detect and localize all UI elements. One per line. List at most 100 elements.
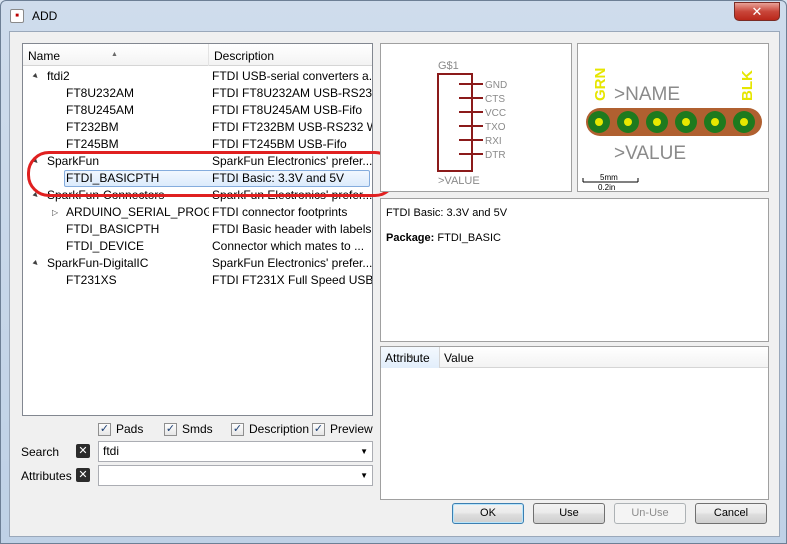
- checkbox-label: Description: [249, 422, 310, 436]
- description-text: FTDI Basic: 3.3V and 5V: [386, 207, 508, 219]
- checkbox-label: Pads: [116, 422, 144, 436]
- sort-ascending-icon: ▲: [408, 353, 415, 360]
- tree-row[interactable]: FT8U245AM FTDI FT8U245AM USB-Fifo: [23, 102, 372, 119]
- package-pad-drill: [595, 118, 603, 126]
- package-value-label: >VALUE: [614, 143, 686, 164]
- tree-row[interactable]: ▷ ARDUINO_SERIAL_PROG... FTDI connector fo…: [23, 204, 372, 221]
- checkbox-checked-icon[interactable]: ✓: [98, 423, 111, 436]
- expanded-arrow-icon[interactable]: ▲: [27, 255, 45, 273]
- tree-row-name: FT8U232AM: [66, 86, 135, 100]
- add-dialog: ■ ADD ✕ Name ▲ Description ▲ ftdi2 FTDI US…: [0, 0, 787, 544]
- tree-row-name: SparkFun-DigitalIC: [47, 256, 149, 270]
- search-input[interactable]: ftdi ▼: [98, 441, 373, 462]
- checkbox-checked-icon[interactable]: ✓: [231, 423, 244, 436]
- tree-row-name: FT232BM: [66, 120, 119, 134]
- tree-row[interactable]: ▲ SparkFun-DigitalIC SparkFun Electronics'…: [23, 255, 372, 272]
- package-pad-drill: [711, 118, 719, 126]
- package-info-value: FTDI_BASIC: [437, 232, 501, 244]
- scale-top-label: 5mm: [600, 173, 618, 182]
- tree-row-name: FT8U245AM: [66, 103, 135, 117]
- library-tree[interactable]: Name ▲ Description ▲ ftdi2 FTDI USB-serial…: [22, 43, 373, 416]
- checkbox-label: Smds: [182, 422, 213, 436]
- package-pad-drill: [624, 118, 632, 126]
- column-header-attribute[interactable]: Attribute ▲: [381, 347, 440, 368]
- tree-header: Name ▲ Description: [23, 44, 372, 66]
- symbol-pin-label: RXI: [485, 136, 502, 147]
- tree-row[interactable]: FT232BM FTDI FT232BM USB-RS232 Wandler: [23, 119, 372, 136]
- package-info-label: Package:: [386, 232, 435, 244]
- title-bar[interactable]: ■ ADD ✕: [1, 1, 786, 31]
- attributes-table[interactable]: Attribute ▲ Value: [380, 346, 769, 500]
- tree-row-name: FTDI_BASICPTH: [66, 171, 160, 185]
- tree-row-description: SparkFun Electronics' prefer...: [212, 256, 372, 270]
- tree-row[interactable]: FTDI_BASICPTH FTDI Basic header with labe…: [23, 221, 372, 238]
- clear-search-icon[interactable]: ✕: [76, 444, 90, 458]
- clear-attributes-icon[interactable]: ✕: [76, 468, 90, 482]
- tree-row-description: FTDI FT231X Full Speed USB...: [212, 273, 372, 287]
- package-right-label: BLK: [739, 70, 756, 101]
- sort-ascending-icon: ▲: [111, 51, 118, 58]
- package-pad-drill: [682, 118, 690, 126]
- tree-row[interactable]: FT231XS FTDI FT231X Full Speed USB...: [23, 272, 372, 289]
- attributes-header: Attribute ▲ Value: [381, 347, 768, 368]
- checkbox-checked-icon[interactable]: ✓: [164, 423, 177, 436]
- tree-row-name: FT231XS: [66, 273, 117, 287]
- expanded-arrow-icon[interactable]: ▲: [27, 68, 45, 86]
- search-input-value: ftdi: [103, 444, 120, 458]
- close-button[interactable]: ✕: [734, 2, 780, 21]
- package-preview: GRN BLK >NAME >VALUE 5mm 0.2in: [577, 43, 769, 192]
- tree-row-name: FTDI_BASICPTH: [66, 222, 160, 236]
- tree-row-description: FTDI Basic header with labels: [212, 222, 372, 236]
- checkbox-checked-icon[interactable]: ✓: [312, 423, 325, 436]
- unuse-button[interactable]: Un-Use: [614, 503, 686, 524]
- dialog-client-area: Name ▲ Description ▲ ftdi2 FTDI USB-serial…: [9, 31, 780, 537]
- package-drawing: GRN BLK >NAME >VALUE 5mm 0.2in: [582, 68, 762, 192]
- tree-row[interactable]: FTDI_DEVICE Connector which mates to ...: [23, 238, 372, 255]
- symbol-drawing: G$1 GND CTS VCC TXO RXI DTR >VALUE: [437, 60, 507, 187]
- symbol-value-label: >VALUE: [438, 175, 480, 187]
- tree-row-name: FTDI_DEVICE: [66, 239, 145, 253]
- tree-row-description: FTDI USB-serial converters a...: [212, 69, 372, 83]
- cancel-button[interactable]: Cancel: [695, 503, 767, 524]
- use-button[interactable]: Use: [533, 503, 605, 524]
- description-pane: FTDI Basic: 3.3V and 5V Package: FTDI_BA…: [380, 198, 769, 342]
- symbol-body: [437, 73, 473, 172]
- scale-bottom-label: 0.2in: [598, 183, 615, 191]
- package-name-label: >NAME: [614, 84, 680, 105]
- symbol-name-label: G$1: [438, 60, 459, 72]
- collapsed-arrow-icon[interactable]: ▷: [52, 204, 58, 221]
- tree-row-description: FTDI Basic: 3.3V and 5V: [212, 171, 345, 185]
- tree-row-description: FTDI FT232BM USB-RS232 Wandler: [212, 120, 372, 134]
- tree-row-name: ARDUINO_SERIAL_PROG...: [66, 205, 209, 219]
- checkbox-label: Preview: [330, 422, 373, 436]
- eagle-app-icon: ■: [10, 9, 24, 23]
- column-header-description[interactable]: Description: [209, 44, 372, 66]
- tree-row-description: FTDI connector footprints: [212, 205, 348, 219]
- ok-button[interactable]: OK: [452, 503, 524, 524]
- search-label: Search: [21, 445, 60, 459]
- tree-row[interactable]: ▲ ftdi2 FTDI USB-serial converters a...: [23, 68, 372, 85]
- tree-row-description: FTDI FT8U232AM USB-RS232 Wa...: [212, 86, 372, 100]
- tree-row[interactable]: FT8U232AM FTDI FT8U232AM USB-RS232 Wa...: [23, 85, 372, 102]
- tree-row[interactable]: FTDI_BASICPTH FTDI Basic: 3.3V and 5V: [23, 170, 372, 187]
- tree-row-description: Connector which mates to ...: [212, 239, 365, 253]
- symbol-preview: G$1 GND CTS VCC TXO RXI DTR >VALUE: [380, 43, 572, 192]
- symbol-pin-label: DTR: [485, 150, 506, 161]
- column-header-value[interactable]: Value: [440, 347, 474, 368]
- symbol-pin-label: TXO: [485, 122, 506, 133]
- tree-row-description: FTDI FT8U245AM USB-Fifo: [212, 103, 363, 117]
- package-pad-drill: [740, 118, 748, 126]
- tree-row-name: ftdi2: [47, 69, 70, 83]
- column-header-name[interactable]: Name ▲: [23, 44, 209, 66]
- package-left-label: GRN: [592, 68, 609, 101]
- symbol-pin-label: GND: [485, 80, 507, 91]
- package-info: Package: FTDI_BASIC: [386, 232, 763, 244]
- attributes-input[interactable]: ▼: [98, 465, 373, 486]
- attributes-label: Attributes: [21, 469, 72, 483]
- symbol-pin-label: CTS: [485, 94, 505, 105]
- dropdown-arrow-icon[interactable]: ▼: [360, 442, 368, 461]
- dropdown-arrow-icon[interactable]: ▼: [360, 466, 368, 485]
- window-title: ADD: [32, 9, 58, 23]
- symbol-pin-label: VCC: [485, 108, 506, 119]
- package-pad-drill: [653, 118, 661, 126]
